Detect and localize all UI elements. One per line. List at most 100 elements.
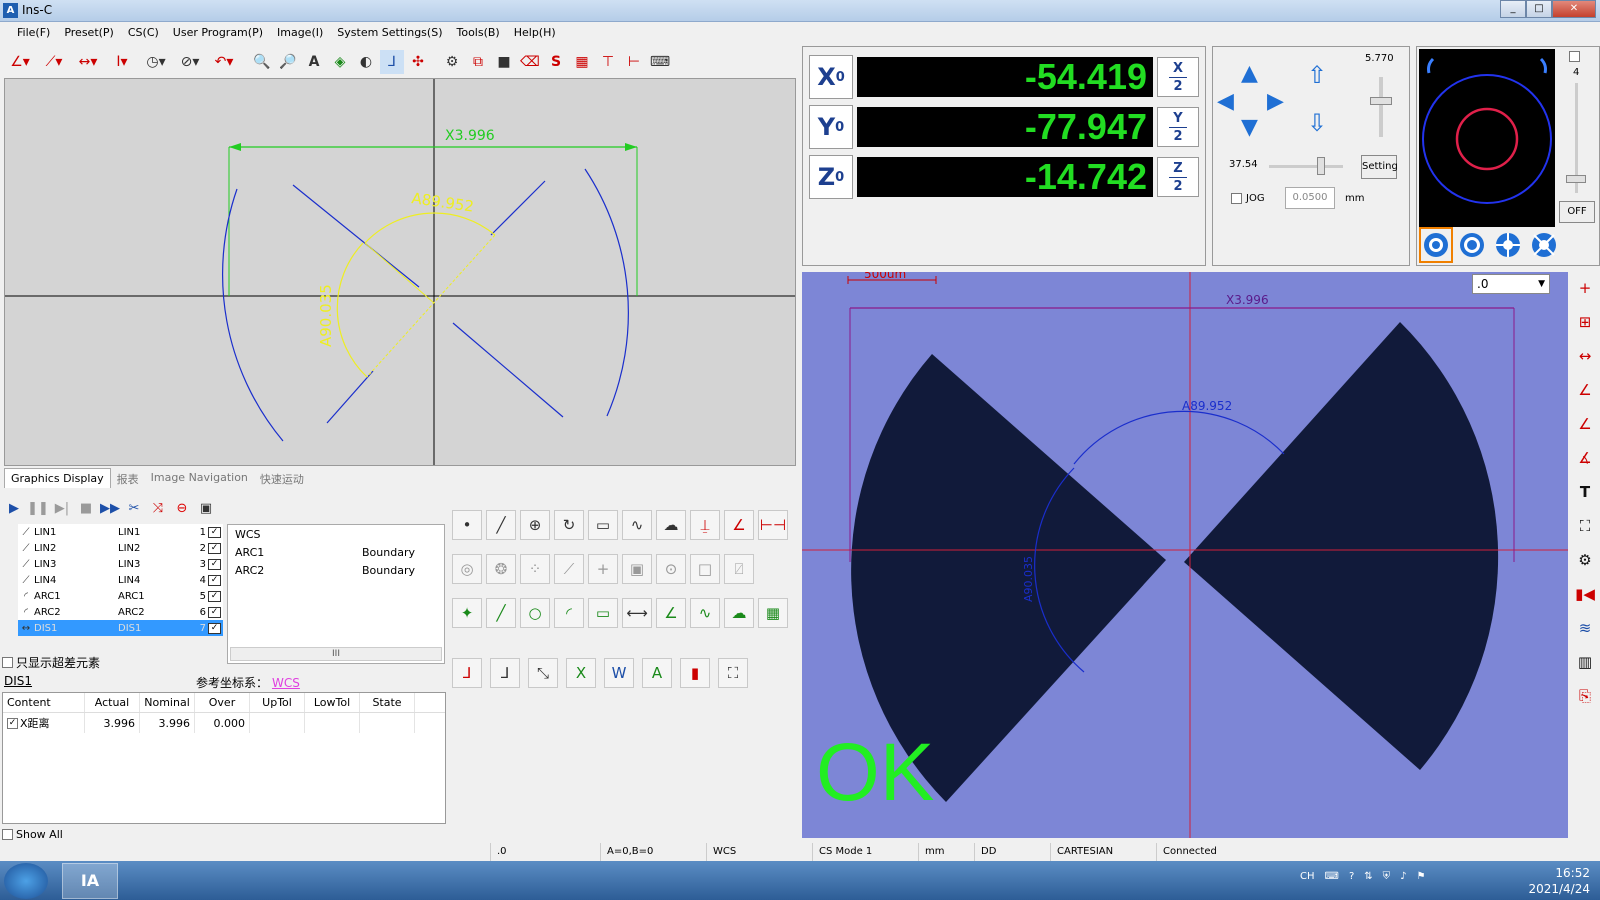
light-off-button[interactable]: OFF (1559, 201, 1595, 223)
distance-measure-icon[interactable]: ⊢⊣ (758, 510, 788, 540)
checkbox[interactable] (1231, 193, 1242, 204)
export-right-icon[interactable]: ⎘ (1573, 682, 1597, 710)
light-ring-view[interactable] (1419, 49, 1555, 227)
network-tray-icon[interactable]: ⇅ (1364, 871, 1372, 882)
fullscreen-icon[interactable]: ⛶ (1573, 512, 1597, 540)
light-slider[interactable] (1566, 83, 1586, 193)
construct-freeform-icon[interactable]: ☁ (724, 598, 754, 628)
list-item-selected[interactable]: ↔ DIS1 DIS1 7 ✓ (18, 620, 223, 636)
minimize-button[interactable]: _ (1500, 0, 1526, 18)
construct-circle-icon[interactable]: ○ (520, 598, 550, 628)
quad-light-icon[interactable] (1527, 227, 1561, 263)
calculator-icon[interactable]: ▦ (758, 598, 788, 628)
step-icon[interactable]: ▶| (52, 498, 72, 518)
axis-icon[interactable]: ⅃ (380, 50, 404, 74)
list-item[interactable]: ⟋ LIN3 LIN3 3 ✓ (18, 556, 223, 572)
program-icon[interactable]: ⧉ (466, 50, 490, 74)
text-export-icon[interactable]: A (642, 658, 672, 688)
jog-toggle[interactable]: JOG (1231, 193, 1265, 204)
z-half-button[interactable]: Z2 (1157, 157, 1199, 197)
arc-measure-icon[interactable]: ↻ (554, 510, 584, 540)
list-item[interactable]: ARC1 Boundary (228, 543, 444, 561)
feature-checkbox[interactable]: ✓ (208, 542, 221, 554)
menu-preset[interactable]: Preset(P) (57, 22, 121, 42)
x-half-button[interactable]: X2 (1157, 57, 1199, 97)
tools-icon[interactable]: ✂ (124, 498, 144, 518)
list-item[interactable]: ARC2 Boundary (228, 561, 444, 579)
z-axis-button[interactable]: Z0 (809, 155, 853, 199)
keyboard-icon[interactable]: ⌨ (648, 50, 672, 74)
construct-arc-icon[interactable]: ◜ (554, 598, 584, 628)
menu-help[interactable]: Help(H) (507, 22, 563, 42)
tray-clock[interactable]: 16:52 2021/4/24 (1500, 865, 1590, 897)
camera-view[interactable]: X3.996 A89.952 A90.035 500um OK .0 ▼ (802, 272, 1568, 838)
z-speed-slider[interactable] (1370, 77, 1392, 137)
edge-point-icon[interactable]: ⟋ (554, 554, 584, 584)
jog-step-input[interactable]: 0.0500 (1285, 187, 1335, 209)
list-item[interactable]: ⟋ LIN2 LIN2 2 ✓ (18, 540, 223, 556)
coaxial-light-icon[interactable] (1455, 227, 1489, 263)
gear-right-icon[interactable]: ⚙ (1573, 546, 1597, 574)
close-button[interactable]: ✕ (1552, 0, 1596, 18)
feature-checkbox[interactable]: ✓ (208, 622, 221, 634)
frame-tool-icon[interactable]: □ (690, 554, 720, 584)
volume-tray-icon[interactable]: ♪ (1400, 871, 1406, 882)
cs-rotate-icon[interactable]: ⤡ (528, 658, 558, 688)
circle-measure-icon[interactable]: ⊕ (520, 510, 550, 540)
freeform-tool-icon[interactable]: ☁ (656, 510, 686, 540)
x-angle-icon[interactable]: ∠ (1573, 376, 1597, 404)
zoom-in-icon[interactable]: 🔍 (250, 50, 274, 74)
menu-user-program[interactable]: User Program(P) (166, 22, 270, 42)
record-icon[interactable]: ▮◀ (1573, 580, 1597, 608)
tab-image-navigation[interactable]: Image Navigation (145, 468, 254, 488)
menu-file[interactable]: File(F) (10, 22, 57, 42)
list-item[interactable]: WCS (228, 525, 444, 543)
row-checkbox[interactable]: ✓ (7, 717, 18, 729)
width-measure-icon[interactable]: ↔ (1573, 342, 1597, 370)
word-export-icon[interactable]: W (604, 658, 634, 688)
text-right-icon[interactable]: T (1573, 478, 1597, 506)
curve-tool-icon[interactable]: ∿ (622, 510, 652, 540)
rectangle-tool-icon[interactable]: ▭ (588, 510, 618, 540)
stop-run-icon[interactable]: ■ (76, 498, 96, 518)
light-checkbox[interactable] (1569, 51, 1580, 62)
pause-icon[interactable]: ❚❚ (27, 498, 49, 518)
xyz-icon[interactable]: ⤨ (148, 498, 168, 518)
multi-point-icon[interactable]: ⁘ (520, 554, 550, 584)
calendar-icon[interactable]: ▣ (196, 498, 216, 518)
center-tool-icon[interactable]: ⊙ (656, 554, 686, 584)
show-all-toggle[interactable]: Show All (2, 828, 63, 841)
settings-icon[interactable]: ⚙ (440, 50, 464, 74)
angle-tool-right-icon[interactable]: ∡ (1573, 444, 1597, 472)
taskbar-app-button[interactable]: IA (62, 863, 118, 899)
feature-checkbox[interactable]: ✓ (208, 606, 221, 618)
fast-forward-icon[interactable]: ▶▶ (100, 498, 120, 518)
help-tray-icon[interactable]: ? (1349, 871, 1354, 882)
menu-image[interactable]: Image(I) (270, 22, 330, 42)
table-row[interactable]: ✓ X距离 3.996 3.996 0.000 (3, 713, 445, 733)
align-corner-icon[interactable]: ⊢ (622, 50, 646, 74)
tab-quick-move[interactable]: 快速运动 (254, 468, 310, 488)
circle-tool-icon[interactable]: ◷▾ (140, 50, 172, 74)
arrow-down-icon[interactable]: ▼ (1241, 115, 1258, 140)
arrow-left-icon[interactable]: ◀ (1217, 89, 1234, 114)
construct-rect-icon[interactable]: ▭ (588, 598, 618, 628)
z-up-icon[interactable]: ⇧ (1307, 61, 1327, 89)
line-tool-icon[interactable]: ⟋▾ (38, 50, 70, 74)
z-tool-icon[interactable]: ⍁ (724, 554, 754, 584)
maximize-button[interactable]: □ (1526, 0, 1552, 18)
stop-icon[interactable]: ■ (492, 50, 516, 74)
align-top-icon[interactable]: ⊤ (596, 50, 620, 74)
construct-distance-icon[interactable]: ⟷ (622, 598, 652, 628)
horizontal-scrollbar[interactable]: III (230, 647, 442, 661)
feature-checkbox[interactable]: ✓ (208, 574, 221, 586)
image-tool-icon[interactable]: ▣ (622, 554, 652, 584)
construct-angle-icon[interactable]: ∠ (656, 598, 686, 628)
flag-tray-icon[interactable]: ⚑ (1417, 871, 1426, 882)
start-button[interactable] (4, 863, 48, 899)
cs-origin-icon[interactable]: ⅃ (452, 658, 482, 688)
no-entry-tool-icon[interactable]: ⊘▾ (174, 50, 206, 74)
x-axis-button[interactable]: X0 (809, 55, 853, 99)
feature-checkbox[interactable]: ✓ (208, 526, 221, 538)
layers-icon[interactable]: ◈ (328, 50, 352, 74)
